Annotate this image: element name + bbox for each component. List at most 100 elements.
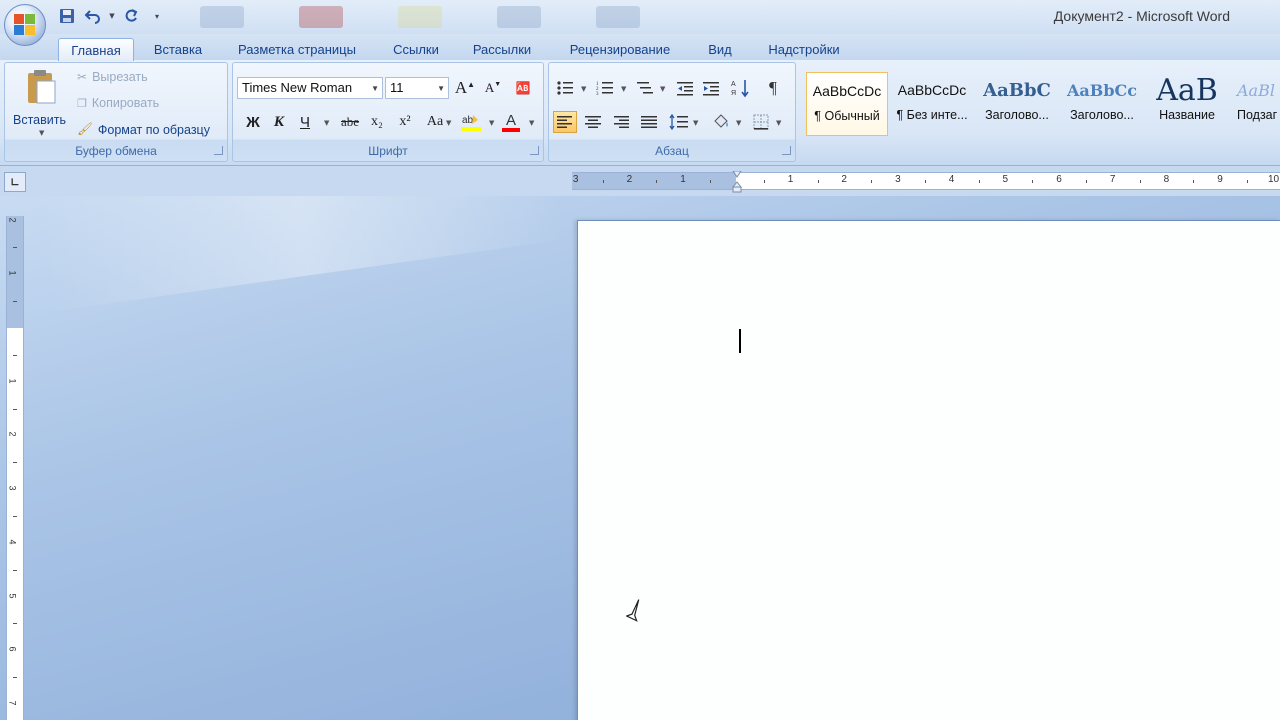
numbering-dropdown-icon[interactable]: ▼ (621, 85, 626, 93)
grow-font-button[interactable]: A ▲ (453, 77, 477, 99)
bullets-button[interactable] (553, 77, 577, 99)
shrink-font-button[interactable]: A ▼ (481, 77, 505, 99)
style-no-spacing[interactable]: AaBbCcDc ¶ Без инте... (891, 72, 973, 136)
undo-dropdown-icon[interactable]: ▼ (108, 6, 116, 26)
highlight-dropdown-icon[interactable]: ▼ (489, 119, 494, 127)
svg-text:3: 3 (596, 92, 599, 96)
style-name: Название (1159, 108, 1215, 122)
font-size-combo[interactable]: 11 ▼ (385, 77, 449, 99)
office-button[interactable] (4, 4, 46, 46)
cut-button[interactable]: ✂ Вырезать (77, 70, 148, 84)
ruler-tick (924, 180, 926, 183)
horizontal-ruler[interactable]: 3 2 1 1 2 3 4 5 6 7 8 9 10 (572, 171, 1280, 193)
redo-icon[interactable] (120, 6, 142, 26)
underline-button[interactable]: Ч (293, 111, 317, 133)
tab-stop-selector[interactable]: ∟ (4, 172, 26, 192)
ruler-tick (1086, 180, 1088, 183)
document-page[interactable] (577, 220, 1280, 720)
superscript-button[interactable]: x² (393, 111, 417, 133)
paste-button[interactable]: Вставить ▼ (9, 67, 73, 141)
clear-formatting-button[interactable]: 🆎 (511, 77, 535, 99)
style-title[interactable]: AaB Название (1146, 72, 1228, 136)
save-icon[interactable] (56, 6, 78, 26)
highlight-button[interactable]: ab (459, 111, 483, 133)
tab-view[interactable]: Вид (698, 38, 742, 61)
vruler-number: 2 (7, 431, 18, 437)
vertical-ruler[interactable]: 2 1 1 2 3 4 5 6 7 (6, 216, 24, 720)
tab-add-ins[interactable]: Надстройки (756, 38, 852, 61)
borders-dropdown-icon[interactable]: ▼ (776, 119, 781, 127)
tab-home[interactable]: Главная (58, 38, 134, 61)
multilevel-list-button[interactable] (633, 77, 657, 99)
line-spacing-icon (669, 114, 688, 130)
highlighter-icon: ab (461, 115, 481, 131)
style-name: Заголово... (1070, 108, 1134, 122)
sort-button[interactable]: AЯ (729, 77, 753, 99)
line-spacing-dropdown-icon[interactable]: ▼ (693, 119, 698, 127)
vruler-tick (13, 677, 17, 679)
justify-button[interactable] (637, 111, 661, 133)
tab-mailings[interactable]: Рассылки (462, 38, 542, 61)
format-painter-label: Формат по образцу (97, 122, 210, 137)
quick-access-toolbar: ▼ ▾ (56, 5, 168, 27)
style-normal[interactable]: AaBbCcDc ¶ Обычный (806, 72, 888, 136)
copy-label: Копировать (91, 96, 160, 110)
shrink-font-icon: A (484, 80, 495, 95)
change-case-dropdown-icon[interactable]: ▼ (446, 119, 451, 127)
office-logo-icon (14, 14, 36, 36)
line-spacing-button[interactable] (667, 111, 691, 133)
underline-dropdown-icon[interactable]: ▼ (324, 119, 329, 127)
align-left-button[interactable] (553, 111, 577, 133)
vruler-tick (13, 462, 17, 464)
style-heading-1[interactable]: AaBbC Заголово... (976, 72, 1058, 136)
font-color-button[interactable]: A (499, 111, 523, 133)
svg-text:Я: Я (731, 90, 736, 97)
ruler-tick (871, 180, 873, 183)
ruler-number: 1 (680, 174, 686, 185)
customize-icon[interactable]: ▾ (146, 6, 168, 26)
tab-references[interactable]: Ссылки (382, 38, 450, 61)
style-heading-2[interactable]: AaBbCc Заголово... (1061, 72, 1143, 136)
shading-dropdown-icon[interactable]: ▼ (736, 119, 741, 127)
clipboard-launcher-icon[interactable] (214, 146, 223, 155)
sort-icon: AЯ (731, 80, 749, 98)
increase-indent-button[interactable] (699, 77, 723, 99)
tab-insert[interactable]: Вставка (144, 38, 212, 61)
decrease-indent-button[interactable] (673, 77, 697, 99)
ribbon-tabs: Главная Вставка Разметка страницы Ссылки… (0, 34, 1280, 61)
change-case-button[interactable]: Aa (421, 111, 449, 133)
style-name: Подзаг (1237, 108, 1278, 122)
ruler-number: 3 (895, 174, 901, 185)
align-center-button[interactable] (581, 111, 605, 133)
bullets-dropdown-icon[interactable]: ▼ (581, 85, 586, 93)
show-formatting-button[interactable]: ¶ (761, 77, 785, 99)
ruler-number: 3 (572, 174, 579, 185)
font-name-combo[interactable]: Times New Roman ▼ (237, 77, 383, 99)
style-subtitle[interactable]: AaBl Подзаг (1231, 72, 1280, 136)
ruler-number: 9 (1217, 174, 1223, 185)
borders-button[interactable] (749, 111, 773, 133)
multilevel-dropdown-icon[interactable]: ▼ (660, 85, 665, 93)
copy-button[interactable]: ❐ Копировать (77, 96, 159, 110)
shading-button[interactable] (709, 111, 733, 133)
strikethrough-button[interactable]: abe (335, 111, 365, 133)
vruler-tick (13, 247, 17, 249)
italic-button[interactable]: К (267, 111, 291, 133)
subscript-button[interactable]: x₂ (365, 111, 389, 133)
style-name: ¶ Без инте... (896, 108, 968, 122)
ruler-tick (1193, 180, 1195, 183)
tab-review[interactable]: Рецензирование (556, 38, 684, 61)
bold-button[interactable]: Ж (241, 111, 265, 133)
borders-icon (753, 114, 769, 130)
font-color-dropdown-icon[interactable]: ▼ (529, 119, 534, 127)
undo-icon[interactable] (82, 6, 104, 26)
numbering-icon: 123 (596, 82, 613, 96)
align-right-button[interactable] (609, 111, 633, 133)
numbering-button[interactable]: 123 (593, 77, 617, 99)
indent-marker-icon[interactable] (732, 171, 742, 193)
tab-page-layout[interactable]: Разметка страницы (226, 38, 368, 61)
format-painter-button[interactable]: 🖌 Формат по образцу (77, 122, 210, 137)
paste-label: Вставить (13, 113, 66, 127)
font-launcher-icon[interactable] (530, 146, 539, 155)
paragraph-launcher-icon[interactable] (782, 146, 791, 155)
